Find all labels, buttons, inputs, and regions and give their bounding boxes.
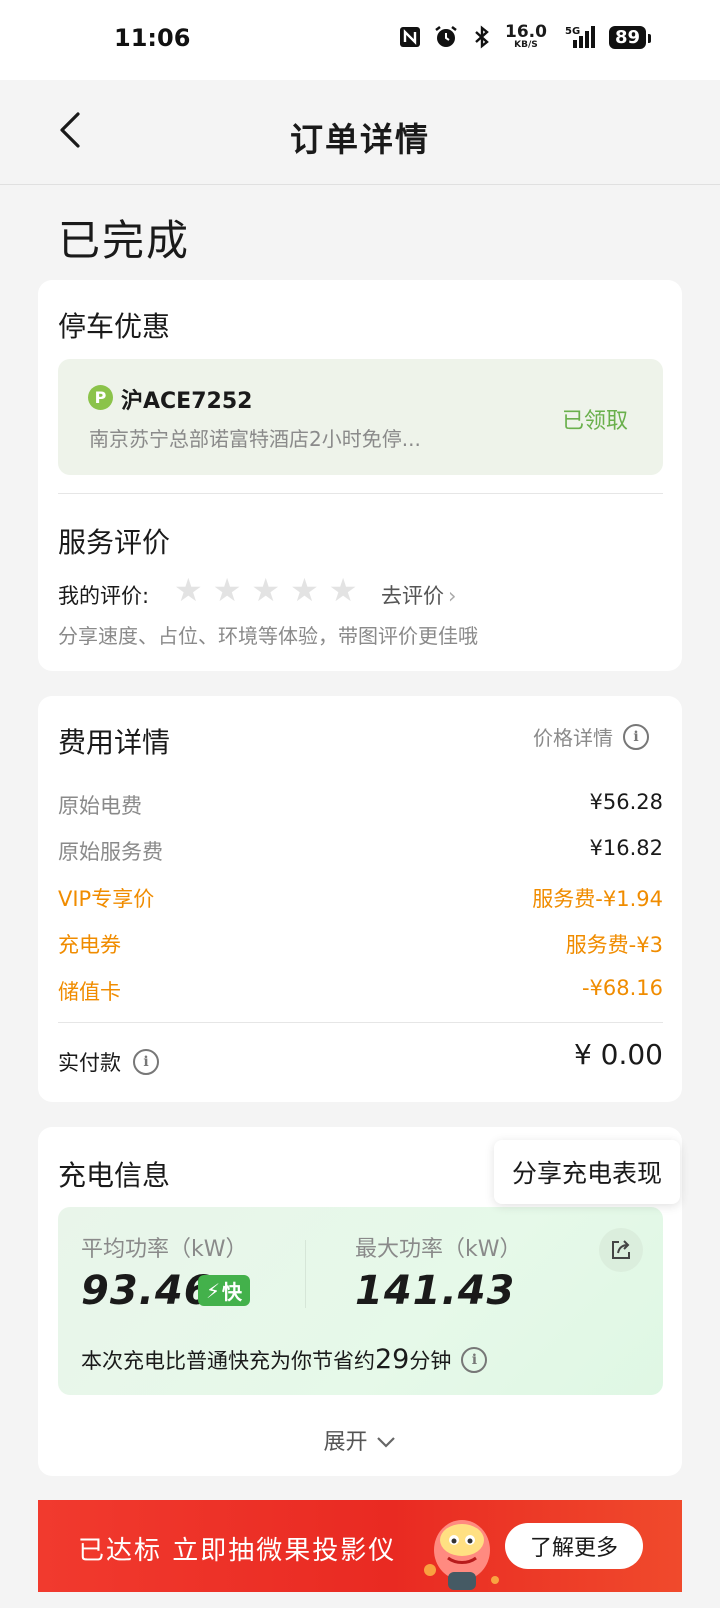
saving-prefix: 本次充电比普通快充为你节省约 bbox=[81, 1348, 375, 1373]
fee-row: VIP专享价 服务费-¥1.94 bbox=[58, 883, 663, 913]
star-icon[interactable]: ★ bbox=[213, 574, 242, 606]
signal-icon: 5G bbox=[557, 24, 599, 50]
nfc-icon bbox=[397, 24, 423, 50]
fee-label: 原始电费 bbox=[58, 794, 142, 818]
review-hint: 分享速度、占位、环境等体验，带图评价更佳哦 bbox=[58, 624, 478, 648]
fee-value: ¥56.28 bbox=[589, 790, 663, 814]
chevron-right-icon: › bbox=[448, 584, 457, 608]
star-icon[interactable]: ★ bbox=[329, 574, 358, 606]
fee-section-title: 费用详情 bbox=[58, 726, 171, 759]
fee-value: 服务费-¥1.94 bbox=[532, 887, 663, 911]
fee-row: 储值卡 -¥68.16 bbox=[58, 976, 663, 1006]
parking-claim-status: 已领取 bbox=[562, 409, 629, 434]
learn-more-button[interactable]: 了解更多 bbox=[505, 1523, 643, 1569]
paid-amount-row: 实付款 i bbox=[58, 1047, 159, 1077]
price-detail-link[interactable]: 价格详情 i bbox=[533, 722, 649, 751]
paid-value: ¥ 0.00 bbox=[573, 1038, 663, 1071]
fee-value: -¥68.16 bbox=[581, 976, 663, 1000]
share-icon bbox=[612, 1240, 630, 1259]
go-review-label: 去评价 bbox=[381, 584, 444, 608]
alarm-icon bbox=[433, 24, 459, 50]
share-button[interactable] bbox=[599, 1228, 643, 1272]
paid-label: 实付款 bbox=[58, 1051, 121, 1075]
avg-power-value: 93.46 bbox=[81, 1268, 213, 1314]
status-time: 11:06 bbox=[114, 24, 191, 52]
page-title: 订单详情 bbox=[290, 120, 430, 159]
expand-button[interactable]: 展开 bbox=[0, 1424, 720, 1456]
fee-row: 充电券 服务费-¥3 bbox=[58, 929, 663, 959]
battery-indicator: 89 bbox=[608, 25, 652, 49]
star-icon[interactable]: ★ bbox=[251, 574, 280, 606]
info-icon[interactable]: i bbox=[461, 1346, 488, 1373]
star-icon[interactable]: ★ bbox=[174, 574, 203, 606]
fee-row: 原始电费 ¥56.28 bbox=[58, 790, 663, 820]
my-rating-label: 我的评价: bbox=[58, 584, 150, 608]
info-icon: i bbox=[623, 723, 649, 750]
share-tooltip: 分享充电表现 bbox=[494, 1140, 680, 1204]
fee-value: 服务费-¥3 bbox=[565, 933, 663, 957]
max-power-label: 最大功率（kW） bbox=[355, 1237, 522, 1262]
status-icons: 16.0 KB/S 5G 89 bbox=[397, 24, 652, 50]
stats-divider bbox=[305, 1240, 306, 1308]
fee-label: 储值卡 bbox=[58, 980, 121, 1004]
charging-section-title: 充电信息 bbox=[58, 1159, 171, 1192]
fee-value: ¥16.82 bbox=[589, 836, 663, 860]
bluetooth-icon bbox=[469, 24, 495, 50]
review-section-title: 服务评价 bbox=[58, 526, 171, 559]
license-plate: 沪ACE7252 bbox=[121, 389, 253, 414]
saving-minutes: 29 bbox=[375, 1344, 410, 1375]
parking-description: 南京苏宁总部诺富特酒店2小时免停... bbox=[89, 427, 421, 451]
lion-dance-mascot-icon bbox=[424, 1520, 499, 1590]
speed-value: 16.0 bbox=[504, 22, 547, 42]
saving-suffix: 分钟 bbox=[409, 1348, 452, 1373]
network-speed: 16.0 KB/S bbox=[505, 24, 547, 50]
fee-label: 充电券 bbox=[58, 933, 121, 957]
lightning-icon: ⚡ bbox=[206, 1278, 221, 1303]
fee-label: VIP专享价 bbox=[58, 887, 155, 911]
divider bbox=[58, 493, 663, 494]
parking-section-title: 停车优惠 bbox=[58, 310, 171, 343]
divider bbox=[58, 1022, 663, 1023]
fast-charge-badge: ⚡ 快 bbox=[198, 1275, 251, 1306]
fee-row: 原始服务费 ¥16.82 bbox=[58, 836, 663, 866]
svg-text:5G: 5G bbox=[565, 26, 580, 37]
info-icon[interactable]: i bbox=[133, 1049, 159, 1075]
go-review-link[interactable]: 去评价 › bbox=[381, 580, 456, 610]
order-status: 已完成 bbox=[58, 216, 191, 265]
avg-power-label: 平均功率（kW） bbox=[81, 1237, 248, 1262]
expand-label: 展开 bbox=[323, 1430, 368, 1455]
speed-unit: KB/S bbox=[514, 40, 538, 50]
time-saved-text: 本次充电比普通快充为你节省约 29 分钟 i bbox=[81, 1344, 488, 1375]
star-icon[interactable]: ★ bbox=[290, 574, 319, 606]
max-power-value: 141.43 bbox=[355, 1268, 516, 1314]
price-detail-label: 价格详情 bbox=[533, 726, 613, 750]
fee-label: 原始服务费 bbox=[58, 840, 163, 864]
banner-text: 已达标 立即抽微果投影仪 bbox=[78, 1536, 397, 1566]
fast-badge-label: 快 bbox=[222, 1280, 243, 1304]
parking-p-icon: P bbox=[88, 385, 113, 410]
rating-stars[interactable]: ★ ★ ★ ★ ★ bbox=[174, 574, 357, 606]
chevron-down-icon bbox=[376, 1437, 395, 1448]
